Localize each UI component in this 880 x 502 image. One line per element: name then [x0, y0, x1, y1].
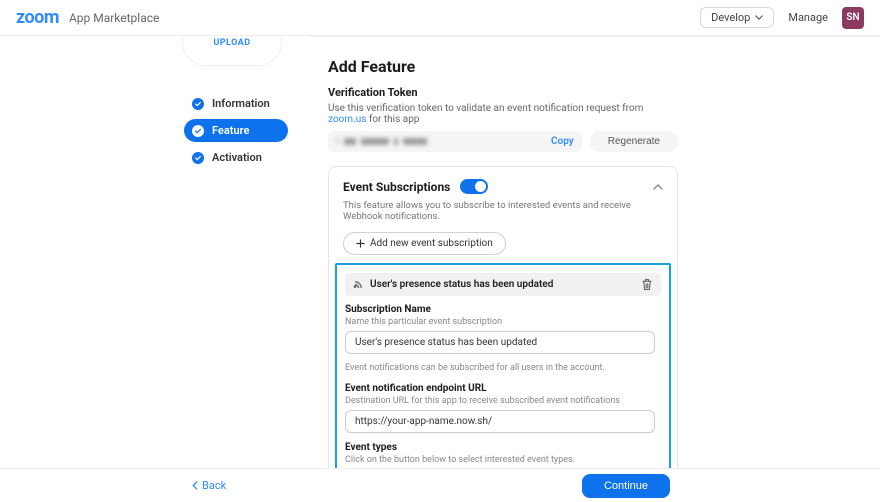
app-header: zoom App Marketplace Develop Manage SN [0, 0, 880, 36]
step-activation[interactable]: Activation [184, 146, 288, 169]
copy-button[interactable]: Copy [551, 136, 574, 147]
page-title: Add Feature [328, 57, 678, 76]
regenerate-button[interactable]: Regenerate [590, 131, 678, 152]
subscription-editor: User's presence status has been updated … [335, 263, 671, 468]
back-button[interactable]: Back [192, 479, 226, 492]
subscription-note: Event notifications can be subscribed fo… [345, 363, 661, 373]
step-label: Information [212, 97, 270, 110]
endpoint-url-hint: Destination URL for this app to receive … [345, 396, 661, 406]
verification-token-desc: Use this verification token to validate … [328, 103, 678, 125]
add-subscription-button[interactable]: Add new event subscription [343, 232, 506, 255]
develop-label: Develop [711, 11, 750, 24]
endpoint-url-label: Event notification endpoint URL [345, 383, 661, 394]
sidebar: UPLOAD Information Feature Activation [0, 36, 310, 468]
chevron-up-icon[interactable] [653, 184, 663, 190]
event-subscriptions-title: Event Subscriptions [343, 180, 450, 194]
subscription-name-label: Subscription Name [345, 304, 661, 315]
zoom-logo: zoom [16, 7, 59, 28]
step-label: Feature [212, 124, 249, 137]
user-avatar[interactable]: SN [842, 7, 864, 29]
event-subscriptions-desc: This feature allows you to subscribe to … [343, 200, 663, 222]
delete-subscription-button[interactable] [641, 278, 653, 291]
chevron-down-icon [755, 15, 763, 20]
subscription-header-title: User's presence status has been updated [370, 279, 553, 290]
event-subscriptions-card: Event Subscriptions This feature allows … [328, 166, 678, 468]
main-content: Add Feature Verification Token Use this … [310, 36, 880, 468]
subscription-name-hint: Name this particular event subscription [345, 317, 661, 327]
endpoint-url-input[interactable] [345, 410, 655, 433]
add-subscription-label: Add new event subscription [370, 238, 493, 249]
plus-icon [356, 239, 365, 248]
check-icon [192, 152, 204, 164]
continue-button[interactable]: Continue [582, 474, 670, 498]
chevron-left-icon [192, 481, 198, 490]
verification-token-label: Verification Token [328, 86, 678, 99]
upload-button[interactable]: UPLOAD [182, 36, 282, 66]
check-icon [192, 125, 204, 137]
zoom-us-link[interactable]: zoom.us [328, 114, 366, 125]
app-marketplace-label: App Marketplace [69, 11, 159, 25]
rss-icon [353, 279, 364, 290]
step-label: Activation [212, 151, 262, 164]
event-subscriptions-toggle[interactable] [460, 179, 488, 194]
manage-link[interactable]: Manage [788, 11, 828, 24]
verification-token-field: t Copy [328, 131, 582, 152]
subscription-name-input[interactable] [345, 331, 655, 354]
back-label: Back [202, 479, 226, 492]
token-masked-value: t [336, 136, 427, 147]
step-feature[interactable]: Feature [184, 119, 288, 142]
event-types-hint: Click on the button below to select inte… [345, 455, 661, 465]
check-icon [192, 98, 204, 110]
develop-dropdown[interactable]: Develop [700, 7, 774, 28]
event-types-label: Event types [345, 442, 661, 453]
step-information[interactable]: Information [184, 92, 288, 115]
footer: Back Continue [0, 468, 880, 502]
